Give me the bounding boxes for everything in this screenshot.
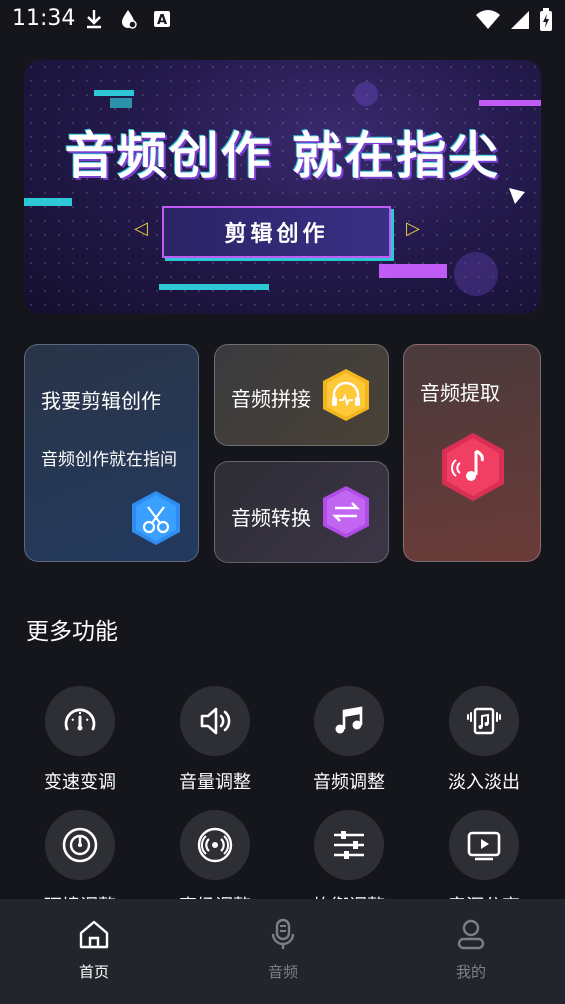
function-label: 音量调整 (179, 772, 251, 793)
function-fade[interactable]: 淡入淡出 (424, 686, 544, 794)
banner-deco-circle (454, 252, 498, 296)
speedometer-icon (64, 708, 96, 731)
nav-item-home[interactable]: 首页 (54, 917, 134, 982)
card-edit-subtitle: 音频创作就在指间 (41, 450, 177, 470)
home-icon (79, 920, 109, 949)
function-audio-adjust[interactable]: 音频调整 (289, 686, 409, 794)
function-label: 变速变调 (44, 772, 116, 793)
banner-deco-bar (94, 90, 134, 96)
battery-charging-icon (540, 8, 552, 31)
microphone-icon (271, 918, 295, 949)
card-audio-extract[interactable]: 音频提取 (403, 344, 541, 562)
music-notes-icon (335, 706, 363, 734)
music-note-icon (442, 433, 504, 501)
svg-text:A: A (157, 13, 167, 28)
equalizer-icon (334, 831, 364, 859)
broadcast-icon (197, 827, 233, 863)
banner-deco-bar (24, 198, 72, 206)
function-speed-pitch[interactable]: 变速变调 (20, 686, 140, 794)
nav-label-home: 首页 (78, 963, 109, 981)
status-bar: 11:34 A (0, 0, 565, 40)
signal-icon (511, 11, 529, 29)
card-edit-create[interactable]: 我要剪辑创作 音频创作就在指间 (24, 344, 199, 562)
user-icon (457, 919, 485, 950)
function-volume[interactable]: 音量调整 (155, 686, 275, 794)
font-a-icon: A (154, 11, 170, 28)
card-audio-convert[interactable]: 音频转换 (214, 461, 389, 563)
banner-deco-bar (379, 264, 447, 278)
card-splice-title: 音频拼接 (231, 387, 311, 411)
play-triangle-icon (509, 188, 525, 204)
card-extract-title: 音频提取 (420, 381, 500, 405)
promo-banner[interactable]: 音频创作 就在指尖 ◁ 剪辑创作 ▷ (24, 60, 541, 314)
wifi-icon (476, 10, 500, 29)
status-time: 11:34 (12, 6, 76, 31)
card-edit-title: 我要剪辑创作 (41, 389, 161, 413)
banner-deco-bar (479, 100, 541, 106)
nav-label-mine: 我的 (455, 963, 486, 981)
nav-item-audio[interactable]: 音频 (243, 917, 323, 982)
card-audio-splice[interactable]: 音频拼接 (214, 344, 389, 446)
banner-deco-bar (110, 98, 132, 108)
chevron-right-icon: ▷ (406, 218, 420, 239)
more-functions-title: 更多功能 (26, 619, 118, 645)
swap-arrows-icon (323, 486, 369, 538)
banner-deco-bar (159, 284, 269, 290)
function-label: 音频调整 (313, 772, 385, 793)
banner-deco-circle (354, 82, 378, 106)
card-convert-title: 音频转换 (231, 506, 311, 530)
edit-create-button[interactable]: 剪辑创作 (162, 206, 391, 258)
banner-headline: 音频创作 就在指尖 (64, 127, 501, 185)
nav-item-mine[interactable]: 我的 (431, 917, 511, 982)
function-label: 淡入淡出 (448, 772, 520, 793)
water-drop-icon (122, 10, 137, 29)
volume-icon (200, 707, 231, 735)
headphones-icon (323, 369, 369, 421)
video-play-icon (467, 831, 501, 861)
chevron-left-icon: ◁ (134, 218, 148, 239)
disc-icon (62, 827, 98, 863)
nav-label-audio: 音频 (267, 963, 298, 981)
download-icon (87, 10, 101, 29)
music-file-icon (467, 707, 501, 735)
scissors-icon (132, 491, 180, 545)
bottom-nav: 首页 音频 我的 (0, 899, 565, 1004)
